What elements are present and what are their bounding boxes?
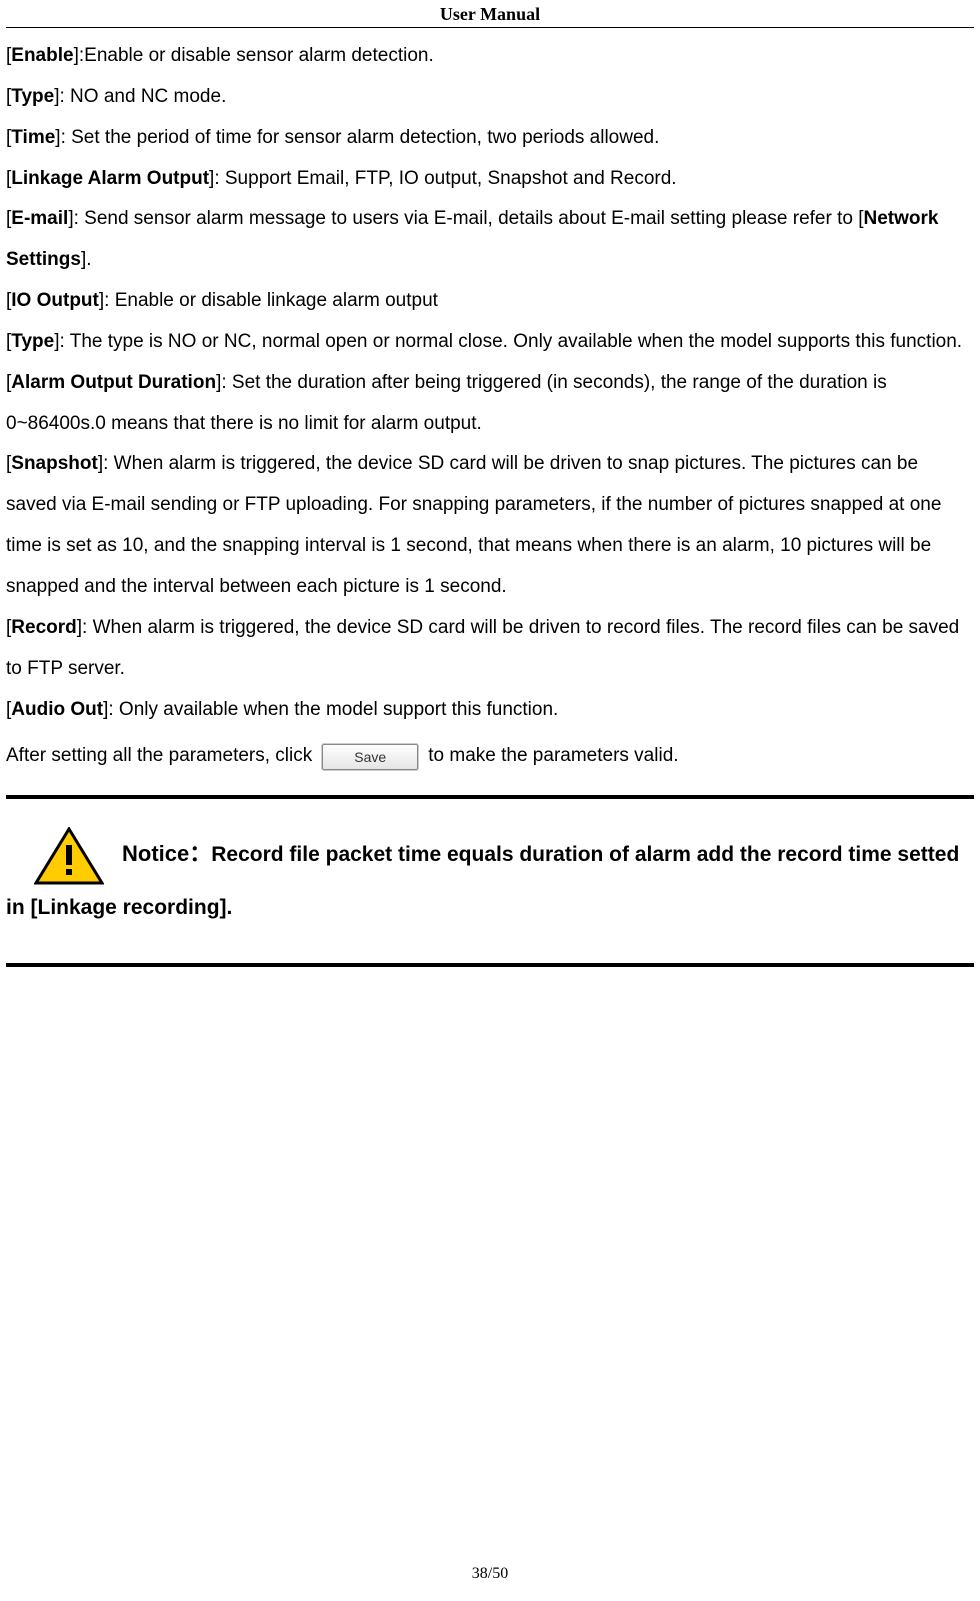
item-linkage: [Linkage Alarm Output]: Support Email, F… xyxy=(6,159,974,200)
label-alarm-duration: Alarm Output Duration xyxy=(11,372,216,393)
save-line: After setting all the parameters, click … xyxy=(6,736,974,777)
save-before-text: After setting all the parameters, click xyxy=(6,736,312,777)
header-divider xyxy=(6,27,974,28)
item-alarm-duration: [Alarm Output Duration]: Set the duratio… xyxy=(6,363,974,445)
text-enable: :Enable or disable sensor alarm detectio… xyxy=(79,45,434,66)
text-email-after: ]. xyxy=(81,249,92,270)
warning-icon xyxy=(34,827,104,885)
label-type1: Type xyxy=(11,86,54,107)
page-header-title: User Manual xyxy=(0,0,980,27)
text-time: : Set the period of time for sensor alar… xyxy=(61,127,660,148)
label-linkage: Linkage Alarm Output xyxy=(11,168,209,189)
text-type1: : NO and NC mode. xyxy=(60,86,227,107)
label-audio-out: Audio Out xyxy=(11,699,103,720)
divider-bottom xyxy=(6,963,974,967)
text-type2: : The type is NO or NC, normal open or n… xyxy=(60,331,963,352)
item-record: [Record]: When alarm is triggered, the d… xyxy=(6,608,974,690)
save-button[interactable]: Save xyxy=(322,744,418,770)
item-io-output: [IO Output]: Enable or disable linkage a… xyxy=(6,281,974,322)
label-io-output: IO Output xyxy=(11,290,99,311)
label-time: Time xyxy=(11,127,55,148)
notice-block: Notice：Record file packet time equals du… xyxy=(0,827,980,931)
content-body: [Enable]:Enable or disable sensor alarm … xyxy=(0,36,980,777)
page-number: 38/50 xyxy=(0,1565,980,1583)
save-after-text: to make the parameters valid. xyxy=(428,736,678,777)
item-type2: [Type]: The type is NO or NC, normal ope… xyxy=(6,322,974,363)
text-linkage: : Support Email, FTP, IO output, Snapsho… xyxy=(214,168,676,189)
text-email-before: : Send sensor alarm message to users via… xyxy=(74,208,864,229)
text-audio-out: : Only available when the model support … xyxy=(108,699,558,720)
label-enable: Enable xyxy=(11,45,73,66)
label-email: E-mail xyxy=(11,208,68,229)
label-record: Record xyxy=(11,617,76,638)
label-snapshot: Snapshot xyxy=(11,453,98,474)
text-snapshot: : When alarm is triggered, the device SD… xyxy=(6,453,941,597)
label-type2: Type xyxy=(11,331,54,352)
item-audio-out: [Audio Out]: Only available when the mod… xyxy=(6,690,974,731)
item-time: [Time]: Set the period of time for senso… xyxy=(6,118,974,159)
item-email: [E-mail]: Send sensor alarm message to u… xyxy=(6,199,974,281)
text-io-output: : Enable or disable linkage alarm output xyxy=(104,290,438,311)
text-record: : When alarm is triggered, the device SD… xyxy=(6,617,959,679)
item-type1: [Type]: NO and NC mode. xyxy=(6,77,974,118)
item-snapshot: [Snapshot]: When alarm is triggered, the… xyxy=(6,444,974,607)
item-enable: [Enable]:Enable or disable sensor alarm … xyxy=(6,36,974,77)
notice-label: Notice： xyxy=(122,841,211,866)
divider-top xyxy=(6,795,974,799)
